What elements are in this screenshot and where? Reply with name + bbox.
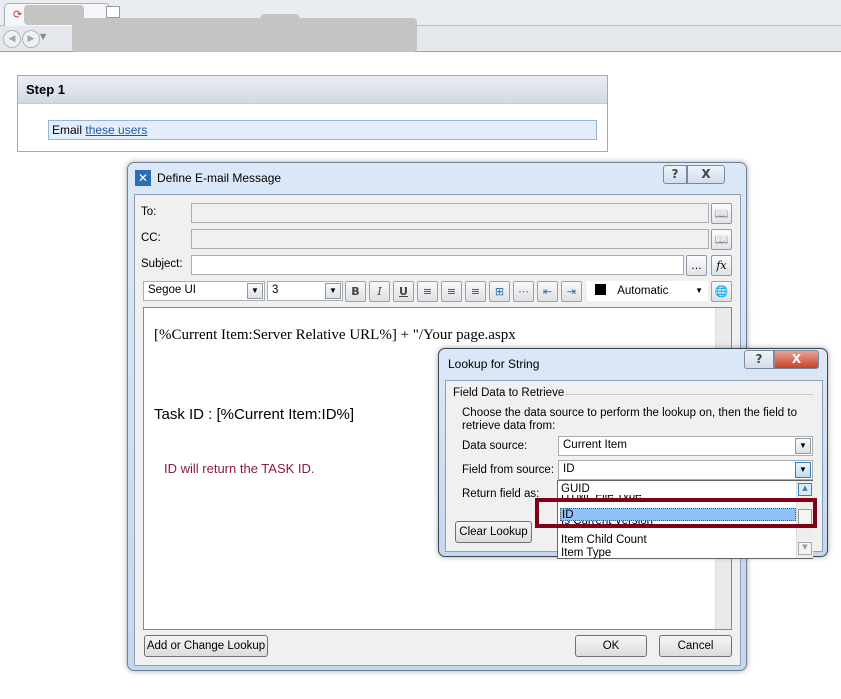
ok-button[interactable]: OK xyxy=(575,635,647,657)
font-value: Segoe UI xyxy=(148,284,196,296)
lookup-description: Choose the data source to perform the lo… xyxy=(462,407,797,432)
lookup-dialog-title: Lookup for String xyxy=(448,357,540,371)
bullet-list-icon[interactable]: ⋯ xyxy=(513,281,534,302)
redacted-region xyxy=(260,14,300,24)
font-select[interactable]: Segoe UI ▼ xyxy=(143,281,265,301)
close-button[interactable]: X xyxy=(687,165,725,184)
cc-label: CC: xyxy=(141,232,161,244)
close-button[interactable]: X xyxy=(774,350,819,369)
scroll-up-icon[interactable]: ▲ xyxy=(798,483,812,496)
scroll-down-icon[interactable]: ▼ xyxy=(798,542,812,555)
hyperlink-globe-icon[interactable]: 🌐 xyxy=(711,281,732,302)
bold-button[interactable]: B xyxy=(345,281,366,302)
field-from-source-label: Field from source: xyxy=(462,464,555,476)
new-tab-button[interactable] xyxy=(106,6,120,18)
field-from-source-select[interactable]: ID ▼ xyxy=(558,460,813,480)
these-users-link[interactable]: these users xyxy=(85,123,147,137)
action-text: Email xyxy=(52,123,83,137)
back-arrow-icon[interactable]: ◀ xyxy=(3,30,21,48)
field-value: ID xyxy=(563,463,575,475)
outdent-icon[interactable]: ⇤ xyxy=(537,281,558,302)
subject-field[interactable] xyxy=(191,255,684,275)
chevron-down-icon: ▼ xyxy=(247,283,263,299)
option-item-child-count[interactable]: Item Child Count xyxy=(560,534,796,547)
body-line-url: [%Current Item:Server Relative URL%] + "… xyxy=(154,327,516,343)
align-center-icon[interactable]: ≡ xyxy=(441,281,462,302)
clear-lookup-button[interactable]: Clear Lookup xyxy=(455,521,532,543)
size-select[interactable]: 3 ▼ xyxy=(267,281,343,301)
return-field-label: Return field as: xyxy=(462,488,540,500)
formula-button[interactable]: fx xyxy=(711,255,732,276)
italic-button[interactable]: I xyxy=(369,281,390,302)
underline-button[interactable]: U xyxy=(393,281,414,302)
data-source-select[interactable]: Current Item ▼ xyxy=(558,436,813,456)
group-title: Field Data to Retrieve xyxy=(453,387,565,399)
color-swatch xyxy=(595,284,606,295)
to-field[interactable] xyxy=(191,203,709,223)
data-source-value: Current Item xyxy=(563,439,627,451)
group-divider xyxy=(565,394,813,395)
email-action-row[interactable]: Email these users xyxy=(48,120,597,140)
to-label: To: xyxy=(141,206,157,218)
color-value: Automatic xyxy=(617,285,669,297)
size-value: 3 xyxy=(272,284,279,296)
history-dropdown-icon[interactable]: ▼ xyxy=(40,32,46,41)
forward-arrow-icon[interactable]: ▶ xyxy=(22,30,40,48)
help-button[interactable]: ? xyxy=(744,350,774,369)
add-change-lookup-button[interactable]: Add or Change Lookup xyxy=(144,635,268,657)
address-bar[interactable] xyxy=(72,18,417,52)
step-title: Step 1 xyxy=(18,76,607,104)
body-line-note: ID will return the TASK ID. xyxy=(164,461,315,476)
highlight-annotation xyxy=(535,498,817,528)
help-button[interactable]: ? xyxy=(663,165,687,184)
align-left-icon[interactable]: ≡ xyxy=(417,281,438,302)
data-source-label: Data source: xyxy=(462,440,528,452)
dialog-title: Define E-mail Message xyxy=(157,171,282,185)
address-book-icon[interactable]: 📖 xyxy=(711,203,732,224)
page-favicon-icon: ⟳ xyxy=(13,8,23,21)
cancel-button[interactable]: Cancel xyxy=(659,635,732,657)
chevron-down-icon: ▼ xyxy=(695,286,703,295)
cc-field[interactable] xyxy=(191,229,709,249)
body-line-taskid: Task ID : [%Current Item:ID%] xyxy=(154,406,355,423)
ellipsis-button[interactable]: ... xyxy=(686,255,707,276)
align-right-icon[interactable]: ≡ xyxy=(465,281,486,302)
indent-icon[interactable]: ⇥ xyxy=(561,281,582,302)
step-panel: Step 1 Email these users xyxy=(17,75,608,152)
chevron-down-icon: ▼ xyxy=(795,438,811,454)
chevron-down-icon: ▼ xyxy=(795,462,811,478)
chevron-down-icon: ▼ xyxy=(325,283,341,299)
color-select[interactable]: Automatic ▼ xyxy=(587,281,708,301)
option-item-type[interactable]: Item Type xyxy=(560,547,796,560)
tools-icon: ✕ xyxy=(135,170,151,186)
subject-label: Subject: xyxy=(141,258,183,270)
address-book-icon[interactable]: 📖 xyxy=(711,229,732,250)
numbered-list-icon[interactable]: ⊞ xyxy=(489,281,510,302)
